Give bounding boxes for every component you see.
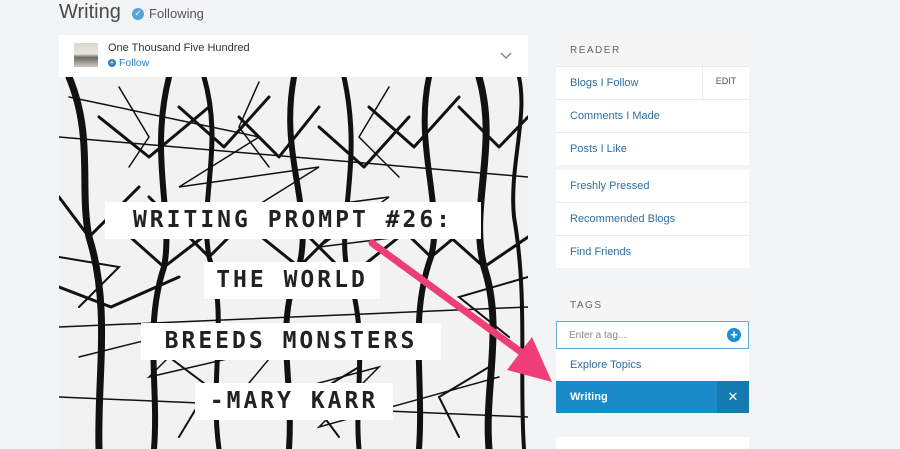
post-header: One Thousand Five Hundred + Follow [59, 35, 528, 77]
prompt-line-2: THE WORLD [204, 262, 380, 299]
prompt-line-1: WRITING PROMPT #26: [105, 202, 481, 239]
reader-heading: READER [556, 35, 749, 67]
following-status[interactable]: ✓ Following [132, 6, 204, 21]
sidebar-item-blogs-i-follow[interactable]: Blogs I Follow EDIT [556, 67, 749, 100]
edit-button[interactable]: EDIT [702, 67, 749, 99]
tag-input[interactable] [557, 323, 719, 347]
sidebar-item-freshly-pressed[interactable]: Freshly Pressed [556, 170, 749, 203]
page-title: Writing [59, 1, 121, 23]
post-image[interactable]: WRITING PROMPT #26: THE WORLD BREEDS MON… [59, 77, 528, 449]
sidebar-item-find-friends[interactable]: Find Friends [556, 236, 749, 268]
sidebar-item-recommended-blogs[interactable]: Recommended Blogs [556, 203, 749, 236]
tags-panel: TAGS + Explore Topics Writing ✕ [556, 290, 749, 413]
prompt-line-4: -MARY KARR [195, 383, 393, 420]
sidebar-item-comments-i-made[interactable]: Comments I Made [556, 100, 749, 133]
additional-panel [556, 437, 749, 449]
follow-label: Follow [119, 57, 150, 69]
tags-heading: TAGS [556, 290, 749, 321]
blog-name[interactable]: One Thousand Five Hundred [108, 42, 250, 54]
chevron-down-icon[interactable] [500, 49, 512, 61]
following-label: Following [149, 6, 204, 21]
explore-topics-link[interactable]: Explore Topics [556, 349, 749, 381]
close-icon[interactable]: ✕ [717, 381, 749, 413]
reader-panel: READER Blogs I Follow EDIT Comments I Ma… [556, 35, 749, 165]
tag-input-wrapper: + [556, 321, 749, 349]
prompt-line-3: BREEDS MONSTERS [141, 323, 441, 360]
check-icon: ✓ [132, 7, 144, 20]
plus-icon: + [108, 58, 116, 67]
follow-button[interactable]: + Follow [108, 57, 149, 69]
tag-item-writing[interactable]: Writing ✕ [556, 381, 749, 413]
add-tag-icon[interactable]: + [727, 328, 741, 342]
post-card: One Thousand Five Hundred + Follow WRITI… [59, 35, 528, 449]
discover-panel: Freshly Pressed Recommended Blogs Find F… [556, 170, 749, 268]
blog-avatar[interactable] [74, 43, 98, 67]
sidebar-item-posts-i-like[interactable]: Posts I Like [556, 133, 749, 165]
